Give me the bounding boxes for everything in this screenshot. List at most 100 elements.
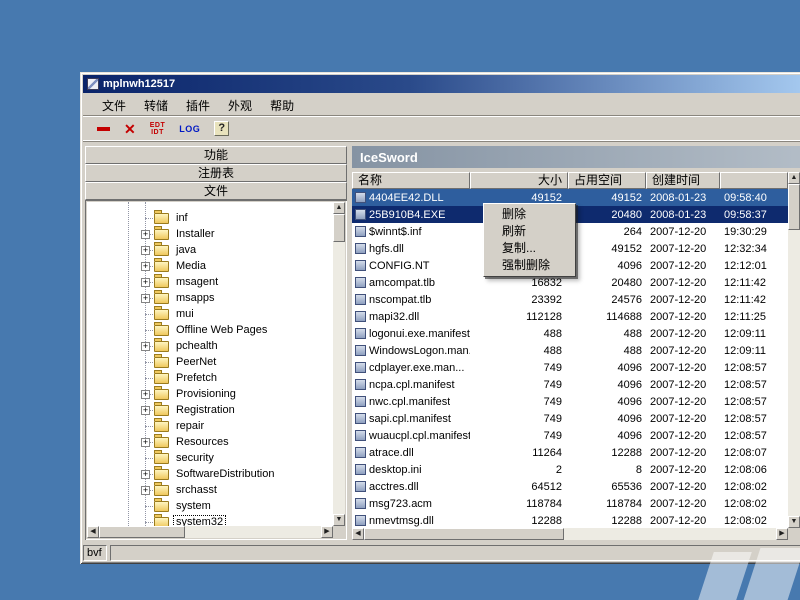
tree-item-softwaredistribution[interactable]: + SoftwareDistribution xyxy=(87,466,333,482)
tree-item-registration[interactable]: +Registration xyxy=(87,402,333,418)
list-scrollbar-vertical[interactable]: ▲ ▼ xyxy=(788,172,800,528)
scroll-thumb[interactable] xyxy=(333,214,345,242)
tree-item-peernet[interactable]: PeerNet xyxy=(87,354,333,370)
tree-item-pchealth[interactable]: +pchealth xyxy=(87,338,333,354)
help-tool-icon[interactable]: ? xyxy=(214,121,229,136)
expand-plus-icon[interactable]: + xyxy=(141,486,150,495)
file-created-time: 12:08:02 xyxy=(720,515,788,527)
column-header-name[interactable]: 名称 xyxy=(352,172,470,189)
context-menu-item-force-delete[interactable]: 强制删除 xyxy=(486,257,573,274)
file-row-atrace-dll[interactable]: atrace.dll11264122882007-12-2012:08:07 xyxy=(352,444,788,461)
tree-scrollbar-vertical[interactable]: ▲ ▼ xyxy=(333,202,345,526)
tree-item-prefetch[interactable]: Prefetch xyxy=(87,370,333,386)
scroll-up-icon[interactable]: ▲ xyxy=(333,202,345,214)
tree-item-label: Offline Web Pages xyxy=(173,323,270,337)
file-row-cdplayer-exe-man[interactable]: cdplayer.exe.man...74940962007-12-2012:0… xyxy=(352,359,788,376)
file-row-logonui-exe-manifest[interactable]: logonui.exe.manifest4884882007-12-2012:0… xyxy=(352,325,788,342)
file-row-acctres-dll[interactable]: acctres.dll64512655362007-12-2012:08:02 xyxy=(352,478,788,495)
file-name-cell: acctres.dll xyxy=(352,481,470,493)
column-header-size[interactable]: 大小 xyxy=(470,172,568,189)
scroll-thumb[interactable] xyxy=(364,528,564,540)
tree-item-security[interactable]: security xyxy=(87,450,333,466)
menu-item-help[interactable]: 帮助 xyxy=(261,95,303,116)
expand-plus-icon[interactable]: + xyxy=(141,342,150,351)
file-row-nmevtmsg-dll[interactable]: nmevtmsg.dll12288122882007-12-2012:08:02 xyxy=(352,512,788,529)
minus-tool-icon[interactable] xyxy=(97,127,110,131)
tree-item-srchasst[interactable]: +srchasst xyxy=(87,482,333,498)
file-created-time: 12:08:57 xyxy=(720,362,788,374)
scroll-left-icon[interactable]: ◀ xyxy=(352,528,364,540)
scroll-down-icon[interactable]: ▼ xyxy=(333,514,345,526)
folder-icon xyxy=(154,213,169,224)
column-header-space[interactable]: 占用空间 xyxy=(568,172,646,189)
tree-scrollbar-horizontal[interactable]: ◀ ▶ xyxy=(87,526,333,538)
menu-item-file[interactable]: 文件 xyxy=(93,95,135,116)
context-menu-item-delete[interactable]: 删除 xyxy=(486,206,573,223)
menu-item-dump[interactable]: 转储 xyxy=(135,95,177,116)
functions-button[interactable]: 功能 xyxy=(85,146,347,164)
tree-item-label: java xyxy=(173,243,199,257)
file-name: cdplayer.exe.man... xyxy=(369,362,464,374)
list-scrollbar-horizontal[interactable]: ◀ ▶ xyxy=(352,528,788,540)
tree-item-system32[interactable]: system32 xyxy=(87,514,333,526)
tree-item-media[interactable]: +Media xyxy=(87,258,333,274)
column-header-created[interactable]: 创建时间 xyxy=(646,172,720,189)
tree-item-resources[interactable]: +Resources xyxy=(87,434,333,450)
menu-item-appearance[interactable]: 外观 xyxy=(219,95,261,116)
file-row-wuaucpl-cpl-manifest[interactable]: wuaucpl.cpl.manifest74940962007-12-2012:… xyxy=(352,427,788,444)
scroll-left-icon[interactable]: ◀ xyxy=(87,526,99,538)
menu-item-plugin[interactable]: 插件 xyxy=(177,95,219,116)
context-menu-item-refresh[interactable]: 刷新 xyxy=(486,223,573,240)
file-created-time: 09:58:37 xyxy=(720,209,788,221)
expand-plus-icon[interactable]: + xyxy=(141,230,150,239)
scroll-down-icon[interactable]: ▼ xyxy=(788,516,800,528)
expand-plus-icon[interactable]: + xyxy=(141,262,150,271)
registry-button[interactable]: 注册表 xyxy=(85,164,347,182)
file-row-sapi-cpl-manifest[interactable]: sapi.cpl.manifest74940962007-12-2012:08:… xyxy=(352,410,788,427)
scroll-right-icon[interactable]: ▶ xyxy=(321,526,333,538)
tree-item-java[interactable]: + java xyxy=(87,242,333,258)
file-row-desktop-ini[interactable]: desktop.ini282007-12-2012:08:06 xyxy=(352,461,788,478)
expand-plus-icon[interactable]: + xyxy=(141,294,150,303)
file-name-cell: nmevtmsg.dll xyxy=(352,515,470,527)
tree-item-msagent[interactable]: +msagent xyxy=(87,274,333,290)
expand-plus-icon[interactable]: + xyxy=(141,246,150,255)
expand-plus-icon[interactable]: + xyxy=(141,470,150,479)
scroll-right-icon[interactable]: ▶ xyxy=(776,528,788,540)
tree-item-system[interactable]: system xyxy=(87,498,333,514)
file-name: nwc.cpl.manifest xyxy=(369,396,450,408)
file-icon xyxy=(355,260,366,271)
tree-item-repair[interactable]: repair xyxy=(87,418,333,434)
expand-plus-icon[interactable]: + xyxy=(141,390,150,399)
file-row-windowslogon-man[interactable]: WindowsLogon.man...4884882007-12-2012:09… xyxy=(352,342,788,359)
scroll-thumb[interactable] xyxy=(788,184,800,230)
tree-item-provisioning[interactable]: +Provisioning xyxy=(87,386,333,402)
tree-item-label: SoftwareDistribution xyxy=(173,467,277,481)
file-size: 2 xyxy=(470,464,568,476)
scroll-up-icon[interactable]: ▲ xyxy=(788,172,800,184)
log-tool-icon[interactable]: LOG xyxy=(179,124,200,134)
tree-item-msapps[interactable]: +msapps xyxy=(87,290,333,306)
files-button[interactable]: 文件 xyxy=(85,182,347,200)
delete-x-tool-icon[interactable]: ✕ xyxy=(124,122,136,136)
file-space-used: 488 xyxy=(568,328,646,340)
file-row-ncpa-cpl-manifest[interactable]: ncpa.cpl.manifest74940962007-12-2012:08:… xyxy=(352,376,788,393)
tree-item-offline-web-pages[interactable]: Offline Web Pages xyxy=(87,322,333,338)
file-name-cell: nwc.cpl.manifest xyxy=(352,396,470,408)
file-row-nscompat-tlb[interactable]: nscompat.tlb23392245762007-12-2012:11:42 xyxy=(352,291,788,308)
scroll-thumb[interactable] xyxy=(99,526,185,538)
context-menu-item-copy[interactable]: 复制... xyxy=(486,240,573,257)
tree-item-inf[interactable]: inf xyxy=(87,210,333,226)
tree-item-mui[interactable]: mui xyxy=(87,306,333,322)
file-name: wuaucpl.cpl.manifest xyxy=(369,430,470,442)
expand-plus-icon[interactable]: + xyxy=(141,406,150,415)
file-row-msg723-acm[interactable]: msg723.acm1187841187842007-12-2012:08:02 xyxy=(352,495,788,512)
file-row-mapi32-dll[interactable]: mapi32.dll1121281146882007-12-2012:11:25 xyxy=(352,308,788,325)
tree-item-installer[interactable]: +Installer xyxy=(87,226,333,242)
menu-bar: 文件 转储 插件 外观 帮助 xyxy=(83,95,800,115)
file-row-nwc-cpl-manifest[interactable]: nwc.cpl.manifest74940962007-12-2012:08:5… xyxy=(352,393,788,410)
titlebar[interactable]: mplnwh12517 xyxy=(83,75,800,93)
expand-plus-icon[interactable]: + xyxy=(141,438,150,447)
expand-plus-icon[interactable]: + xyxy=(141,278,150,287)
edt-idt-tool-icon[interactable]: EDT IDT xyxy=(150,122,166,136)
